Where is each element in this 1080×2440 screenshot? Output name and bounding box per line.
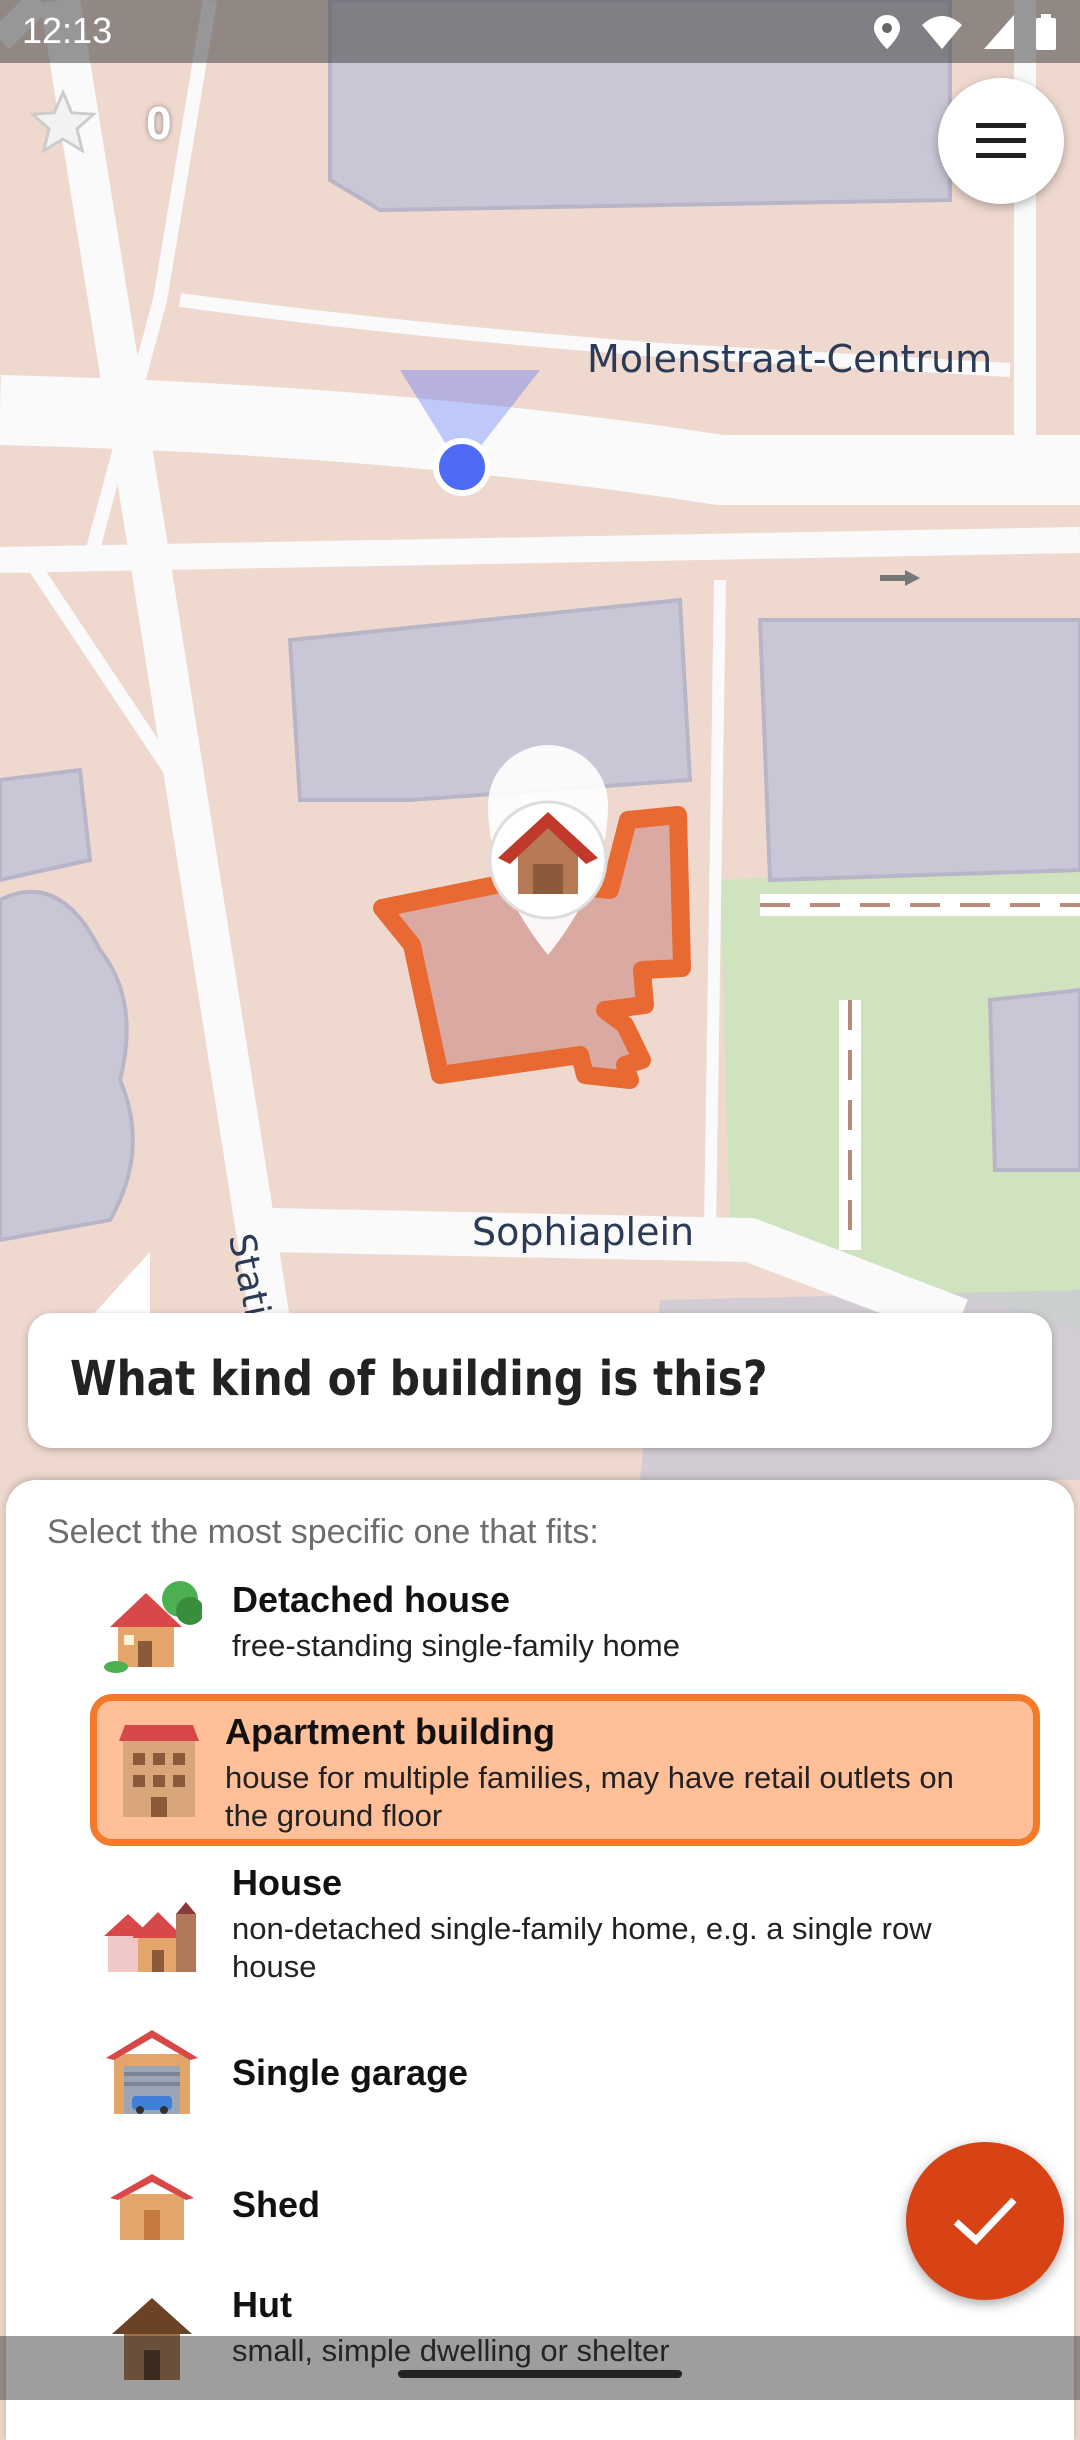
detached-house-icon: [104, 1581, 202, 1673]
signal-icon: [984, 15, 1014, 49]
answer-sheet: Select the most specific one that fits: …: [6, 1480, 1074, 2440]
option-description: free-standing single-family home: [232, 1628, 680, 1663]
status-icons: [874, 10, 1056, 54]
hamburger-menu-icon: [976, 123, 1026, 158]
street-label-sophiaplein: Sophiaplein: [472, 1210, 695, 1254]
option-house[interactable]: House non-detached single-family home, e…: [90, 1858, 1040, 1998]
option-detached-house[interactable]: Detached house free-standing single-fami…: [90, 1575, 1040, 1685]
star-icon[interactable]: [28, 88, 98, 158]
apartment-building-icon: [119, 1725, 199, 1817]
gesture-handle[interactable]: [398, 2370, 682, 2378]
checkmark-icon: [953, 2197, 1017, 2245]
garage-icon: [106, 2030, 198, 2114]
confirm-button[interactable]: [906, 2142, 1064, 2300]
option-description: non-detached single-family home, e.g. a …: [232, 1911, 932, 1984]
quest-bubble-tail: [90, 1252, 150, 1318]
navigation-bar: [0, 2336, 1080, 2400]
option-title: Single garage: [232, 2052, 469, 2093]
quest-title: What kind of building is this?: [70, 1351, 768, 1407]
menu-button[interactable]: [938, 78, 1064, 204]
wifi-icon: [922, 16, 962, 49]
answer-hint: Select the most specific one that fits:: [47, 1513, 599, 1551]
option-shed[interactable]: Shed: [90, 2148, 1040, 2258]
option-title: House: [232, 1862, 343, 1903]
row-house-icon: [104, 1902, 196, 1972]
star-count[interactable]: 0: [146, 96, 172, 150]
option-single-garage[interactable]: Single garage: [90, 2016, 1040, 2126]
option-apartment-building[interactable]: Apartment building house for multiple fa…: [90, 1694, 1040, 1846]
current-location-dot: [433, 438, 491, 496]
location-icon: [874, 15, 900, 49]
option-title: Apartment building: [225, 1711, 555, 1752]
option-title: Hut: [232, 2284, 292, 2325]
option-title: Detached house: [232, 1579, 511, 1620]
battery-icon: [1036, 14, 1056, 50]
option-title: Shed: [232, 2184, 321, 2225]
shed-icon: [110, 2174, 194, 2240]
quest-bubble: What kind of building is this?: [28, 1313, 1052, 1448]
street-label-molenstraat: Molenstraat-Centrum: [587, 337, 993, 381]
status-time: 12:13: [22, 10, 113, 51]
status-bar: 12:13: [0, 0, 1080, 63]
option-description: house for multiple families, may have re…: [225, 1760, 954, 1833]
